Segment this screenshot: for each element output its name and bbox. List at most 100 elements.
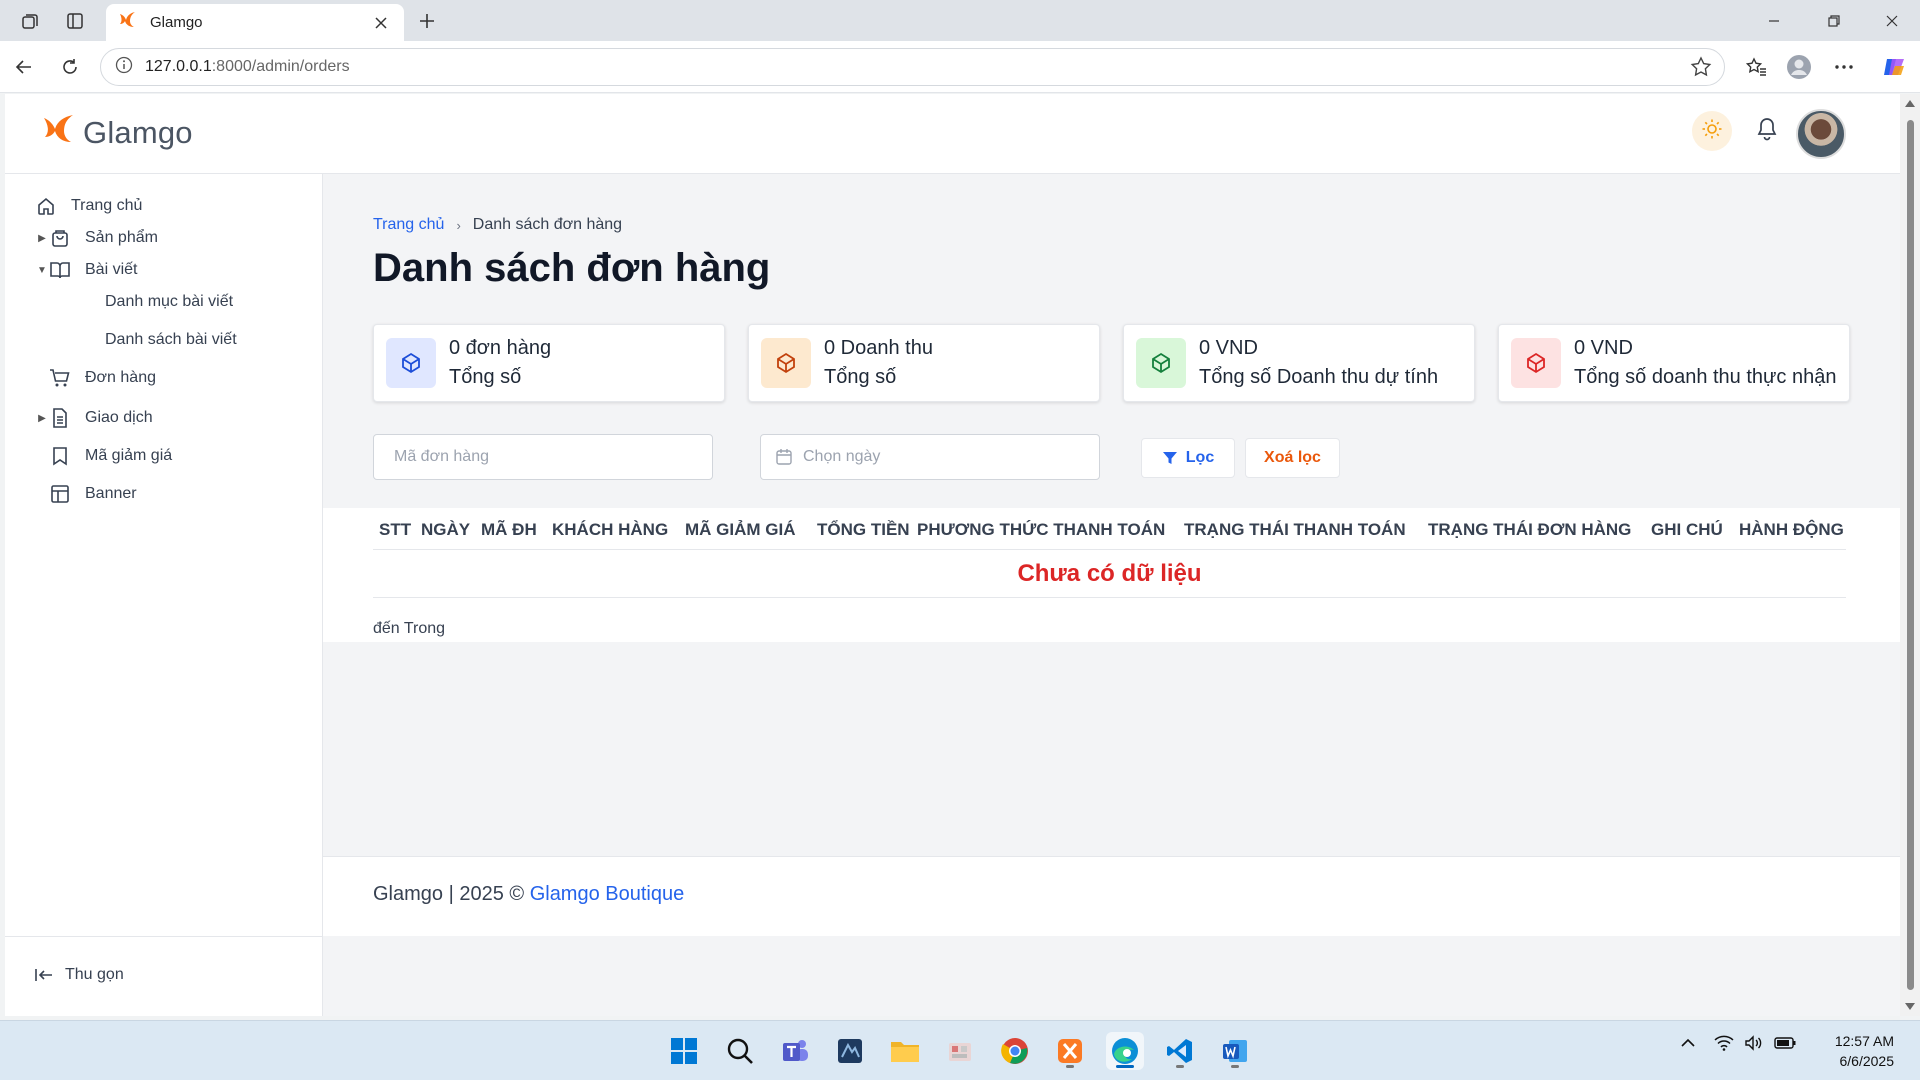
logo-text: Glamgo [83,114,193,150]
stat-value: 0 VND [1574,337,1633,359]
chrome-icon[interactable] [996,1032,1034,1070]
url-text: 127.0.0.1:8000/admin/orders [145,58,350,76]
running-indicator [1066,1065,1074,1068]
site-info-icon[interactable] [115,56,133,79]
caret-right-icon: ▶ [38,412,46,424]
sidebar-item-home[interactable]: Trang chủ [35,190,142,222]
system-tray [1680,1035,1796,1051]
back-icon[interactable] [8,51,40,83]
tab-actions-icon[interactable] [60,6,90,36]
caret-right-icon: ▶ [38,232,46,244]
battery-icon[interactable] [1774,1037,1796,1049]
bookmark-icon [49,445,71,467]
windows-start-icon[interactable] [665,1032,703,1070]
address-bar[interactable]: 127.0.0.1:8000/admin/orders [100,48,1725,86]
column-header: HÀNH ĐỘNG [1739,520,1844,539]
app-logo[interactable]: Glamgo [41,112,193,153]
book-open-icon [49,259,71,281]
home-icon [35,195,57,217]
clock-date: 6/6/2025 [1839,1053,1895,1069]
minimize-icon[interactable] [1746,0,1802,41]
breadcrumb-current: Danh sách đơn hàng [472,216,623,233]
breadcrumb-home-link[interactable]: Trang chủ [373,216,444,234]
running-indicator [1176,1065,1184,1068]
collapse-label: Thu gọn [65,966,124,983]
filter-button[interactable]: Lọc [1141,438,1235,478]
scroll-up-arrow-icon[interactable] [1905,100,1915,107]
system-clock[interactable]: 12:57 AM 6/6/2025 [1810,1031,1894,1071]
column-header: TRẠNG THÁI THANH TOÁN [1184,520,1406,539]
workspaces-icon[interactable] [15,6,45,36]
footer-text: Glamgo | 2025 © Glamgo Boutique [373,883,684,906]
file-explorer-icon[interactable] [886,1032,924,1070]
volume-icon[interactable] [1744,1035,1764,1051]
chevron-up-icon[interactable] [1680,1038,1696,1048]
sidebar: Trang chủ ▶ Sản phẩm ▼ Bài viết Danh mục… [5,174,323,1016]
favorite-star-icon[interactable] [1690,56,1712,83]
stat-label: Tổng số doanh thu thực nhận [1574,366,1837,388]
sidebar-item-products[interactable]: ▶ Sản phẩm [35,222,158,254]
calendar-icon [775,448,793,466]
collapse-sidebar-button[interactable]: Thu gọn [35,966,124,984]
profile-icon[interactable] [1783,51,1815,83]
orders-table-panel: STT NGÀY MÃ ĐH KHÁCH HÀNG MÃ GIẢM GIÁ TỔ… [323,508,1900,642]
page-scrollbar[interactable] [1900,94,1920,1016]
table-header-row: STT NGÀY MÃ ĐH KHÁCH HÀNG MÃ GIẢM GIÁ TỔ… [373,508,1846,550]
sidebar-item-orders[interactable]: Đơn hàng [49,362,156,394]
word-icon[interactable] [1216,1032,1254,1070]
notifications-button[interactable] [1747,111,1787,151]
footer-link[interactable]: Glamgo Boutique [530,883,685,905]
more-options-icon[interactable] [1828,51,1860,83]
order-code-input[interactable] [373,434,713,480]
close-tab-icon[interactable] [370,12,392,34]
favorites-icon[interactable] [1740,51,1772,83]
column-header: MÃ GIẢM GIÁ [685,520,796,539]
clear-filter-button[interactable]: Xoá lọc [1245,438,1340,478]
teams-icon[interactable] [776,1032,814,1070]
xampp-icon[interactable] [1051,1032,1089,1070]
sidebar-item-transactions[interactable]: ▶ Giao dịch [35,402,153,434]
browser-toolbar: 127.0.0.1:8000/admin/orders [0,41,1920,93]
sidebar-item-label: Bài viết [85,261,138,278]
sidebar-item-banner[interactable]: Banner [49,478,137,510]
sidebar-item-label: Trang chủ [71,197,143,214]
page-viewport: Glamgo Trang chủ ▶ Sản phẩm ▼ Bài viết D… [5,94,1900,1016]
vscode-icon[interactable] [1161,1032,1199,1070]
browser-tab-bar: Glamgo [0,0,1920,41]
breadcrumb: Trang chủ › Danh sách đơn hàng [373,216,622,234]
browser-tab[interactable]: Glamgo [106,4,404,41]
sidebar-item-label: Sản phẩm [85,229,158,246]
clock-time: 12:57 AM [1834,1033,1894,1049]
reload-icon[interactable] [54,51,86,83]
edge-icon[interactable] [1106,1032,1144,1070]
date-picker-input[interactable]: Chọn ngày [760,434,1100,480]
scrollbar-thumb[interactable] [1907,120,1914,990]
column-header: GHI CHÚ [1651,520,1723,539]
scroll-down-arrow-icon[interactable] [1905,1003,1915,1010]
app-icon[interactable] [941,1032,979,1070]
stat-card-orders: 0 đơn hàng Tổng số [373,324,725,402]
stat-label: Tổng số Doanh thu dự tính [1199,366,1439,388]
sidebar-item-coupons[interactable]: Mã giảm giá [49,440,172,472]
sidebar-item-posts[interactable]: ▼ Bài viết [35,254,137,286]
column-header: NGÀY [421,520,471,539]
sidebar-item-post-categories[interactable]: Danh mục bài viết [105,286,233,318]
search-icon[interactable] [721,1032,759,1070]
wifi-icon[interactable] [1714,1035,1734,1051]
sidebar-item-post-list[interactable]: Danh sách bài viết [105,324,237,356]
stat-value: 0 đơn hàng [449,337,552,359]
sidebar-item-label: Đơn hàng [85,369,156,386]
copilot-icon[interactable] [1878,51,1910,83]
stat-value: 0 Doanh thu [824,337,933,359]
close-window-icon[interactable] [1864,0,1920,41]
column-header: TRẠNG THÁI ĐƠN HÀNG [1428,520,1632,539]
pagination-info: đến Trong [373,620,446,637]
theme-toggle-button[interactable] [1692,111,1732,151]
funnel-icon [1162,450,1178,466]
user-avatar[interactable] [1796,109,1846,159]
database-app-icon[interactable] [831,1032,869,1070]
date-placeholder: Chọn ngày [803,448,881,465]
running-indicator [1231,1065,1239,1068]
new-tab-icon[interactable] [412,6,442,36]
restore-icon[interactable] [1806,0,1862,41]
